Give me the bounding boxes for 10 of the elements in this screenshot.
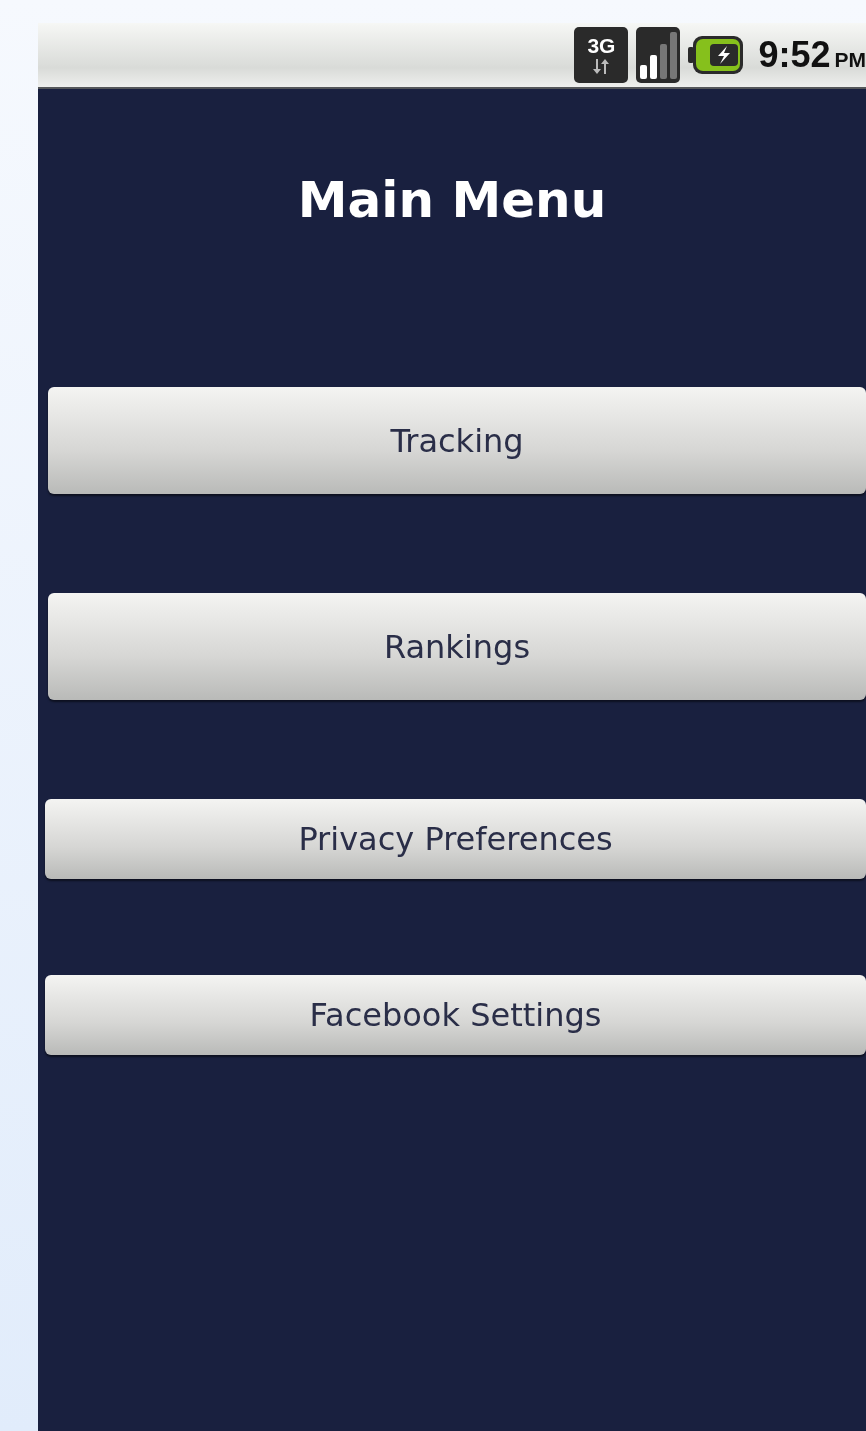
menu-button[interactable]: Rankings [48, 593, 866, 700]
clock-time: 9:52 [758, 34, 831, 76]
clock-meridiem: PM [834, 48, 866, 72]
menu-button[interactable]: Privacy Preferences [45, 799, 866, 879]
screen-title: Main Menu [297, 170, 607, 231]
battery-charging-icon [688, 34, 745, 76]
network-icon: 3G [574, 27, 629, 83]
menu-button[interactable]: Tracking [48, 387, 866, 494]
signal-icon [636, 27, 681, 83]
menu-button[interactable]: Facebook Settings [45, 975, 866, 1055]
